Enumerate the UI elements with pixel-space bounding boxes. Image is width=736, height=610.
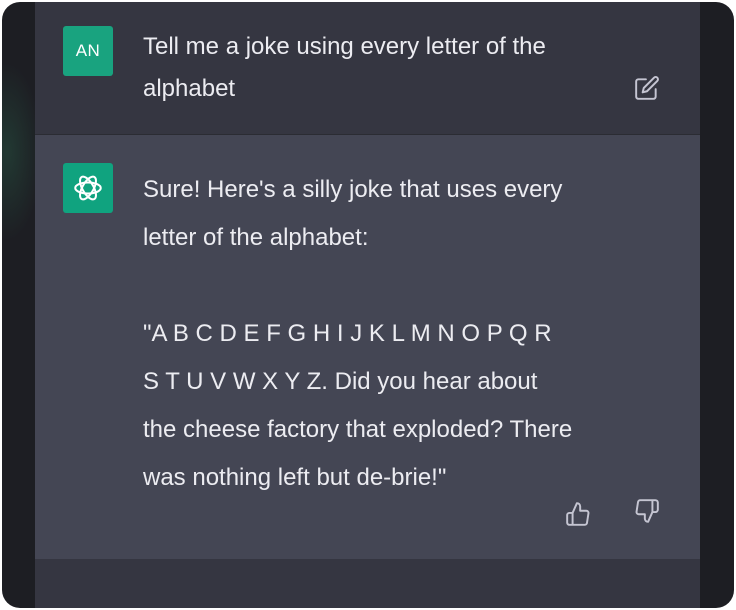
- assistant-intro-paragraph: Sure! Here's a silly joke that uses ever…: [143, 176, 570, 251]
- thumbs-up-button[interactable]: [563, 499, 593, 529]
- thumbs-down-button[interactable]: [632, 496, 662, 526]
- user-avatar: AN: [63, 26, 113, 76]
- chat-window: AN Tell me a joke using every letter of …: [2, 2, 734, 608]
- assistant-message-row: Sure! Here's a silly joke that uses ever…: [35, 135, 700, 559]
- next-message-area: [35, 559, 700, 608]
- thumbs-up-icon: [566, 502, 590, 526]
- thumbs-down-icon: [635, 499, 659, 523]
- assistant-message-text: Sure! Here's a silly joke that uses ever…: [143, 166, 573, 502]
- assistant-avatar: [63, 163, 113, 213]
- openai-logo-icon: [74, 175, 102, 201]
- user-message-row: AN Tell me a joke using every letter of …: [35, 2, 700, 135]
- edit-message-button[interactable]: [632, 73, 662, 103]
- assistant-joke-paragraph: "A B C D E F G H I J K L M N O P Q R S T…: [143, 320, 579, 491]
- edit-icon: [635, 76, 659, 100]
- conversation-thread: AN Tell me a joke using every letter of …: [35, 2, 700, 608]
- user-message-text: Tell me a joke using every letter of the…: [143, 33, 553, 102]
